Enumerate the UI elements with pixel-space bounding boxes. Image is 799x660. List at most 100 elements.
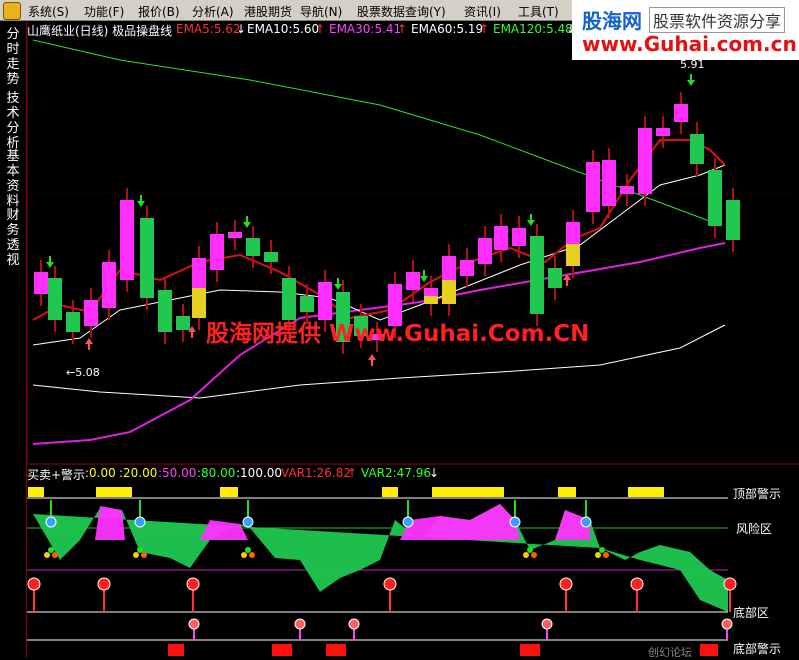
candle-body-31 [586, 162, 600, 212]
top-alert-bar-4 [432, 487, 504, 497]
buy-ball-0 [27, 577, 41, 591]
bottom-alert-bar-1 [272, 644, 292, 656]
var1-readout: VAR1:26.82 [281, 466, 352, 480]
cluster-b-0 [52, 552, 58, 558]
risk-ball-0 [45, 516, 57, 528]
top-alert-bar-5 [558, 487, 576, 497]
bottom-ball-4 [721, 618, 733, 630]
signal-arrow-head-5 [527, 220, 535, 226]
candle-body-4 [102, 262, 116, 308]
low-price-label: ←5.08 [66, 366, 100, 379]
signal-arrow-head-2 [243, 222, 251, 228]
level-100: :100.00 [236, 466, 283, 480]
candle-body-25 [478, 238, 492, 264]
cluster-a-3 [523, 552, 529, 558]
bottom-ball-1 [294, 618, 306, 630]
bottom-alert-bar-4 [700, 644, 718, 656]
zone-top-alert: 顶部警示 [733, 487, 782, 501]
cluster-c-4 [599, 547, 605, 553]
ema5-line [32, 139, 726, 321]
buy-ball-1 [97, 577, 111, 591]
ema60-readout: EMA60:5.19 [411, 22, 484, 36]
ema30-arrow: ↑ [397, 22, 408, 36]
bottom-alert-bar-2 [326, 644, 346, 656]
ema30-readout: EMA30:5.41 [329, 22, 402, 36]
sub-chart-markers [27, 487, 737, 656]
sub-chart-title: 买卖+警示 [27, 468, 86, 482]
candle-body-11 [228, 232, 242, 238]
cluster-b-4 [603, 552, 609, 558]
candle-body-24 [460, 260, 474, 276]
var2-readout: VAR2:47.96 [361, 466, 432, 480]
ema10-readout: EMA10:5.60 [247, 22, 320, 36]
candle-body-22 [424, 296, 438, 304]
high-price-label: 5.91 [680, 58, 705, 71]
candle-body-37 [690, 134, 704, 164]
top-alert-bar-2 [220, 487, 238, 497]
buy-ball-4 [559, 577, 573, 591]
buy-ball-3 [383, 577, 397, 591]
candle-body-35 [656, 128, 670, 136]
candle-body-3 [84, 300, 98, 326]
level-50: :50.00 [158, 466, 197, 480]
zone-bottom: 底部区 [733, 606, 770, 620]
bottom-ball-3 [541, 618, 553, 630]
bottom-ball-2 [348, 618, 360, 630]
var2-arrow: ↓ [429, 466, 440, 480]
signal-arrow-head-3 [334, 284, 342, 290]
candle-body-36 [674, 104, 688, 122]
signal-arrow-head-7 [85, 338, 93, 344]
cluster-a-1 [133, 552, 139, 558]
ema10-arrow: ↑ [315, 22, 326, 36]
candle-body-1 [48, 278, 62, 320]
ema5-arrow: ↓ [236, 22, 247, 36]
bottom-alert-bar-0 [168, 644, 184, 656]
top-alert-bar-3 [382, 487, 398, 497]
zone-bottom-alert: 底部警示 [733, 642, 782, 656]
candle-body-top-22 [424, 288, 438, 296]
candle-body-38 [708, 170, 722, 226]
candle-body-8 [176, 316, 190, 330]
ema60-arrow: ↑ [479, 22, 490, 36]
cluster-c-1 [137, 547, 143, 553]
ema120-arrow: ↓ [566, 22, 577, 36]
top-alert-bar-6 [628, 487, 664, 497]
top-alert-bar-1 [96, 487, 132, 497]
candle-body-2 [66, 312, 80, 332]
candle-body-9 [192, 288, 206, 318]
bottom-ball-0 [188, 618, 200, 630]
candle-body-33 [620, 186, 634, 194]
candle-body-32 [602, 160, 616, 206]
candle-body-top-23 [442, 256, 456, 280]
sub-chart-grid [27, 497, 728, 641]
cluster-b-2 [249, 552, 255, 558]
risk-ball-3 [402, 516, 414, 528]
cluster-b-3 [531, 552, 537, 558]
candle-body-10 [210, 234, 224, 270]
cluster-c-0 [48, 547, 54, 553]
bottom-alert-bar-3 [520, 644, 540, 656]
cluster-a-2 [241, 552, 247, 558]
zone-risk: 风险区 [736, 522, 773, 536]
candle-body-27 [512, 228, 526, 246]
signal-arrow-head-0 [46, 262, 54, 268]
candle-body-top-9 [192, 258, 206, 288]
buy-ball-2 [186, 577, 200, 591]
buy-ball-6 [723, 577, 737, 591]
risk-ball-4 [509, 516, 521, 528]
candle-body-15 [300, 296, 314, 312]
level-0: :0.00 [85, 466, 116, 480]
candle-body-5 [120, 200, 134, 280]
level-80: :80.00 [197, 466, 236, 480]
buy-ball-5 [630, 577, 644, 591]
candle-body-39 [726, 200, 740, 240]
risk-ball-5 [580, 516, 592, 528]
signal-arrow-head-4 [420, 276, 428, 282]
level-20: :20.00 [119, 466, 158, 480]
candle-body-30 [566, 244, 580, 266]
cluster-c-3 [527, 547, 533, 553]
candle-body-top-30 [566, 222, 580, 244]
risk-ball-1 [134, 516, 146, 528]
candle-body-7 [158, 290, 172, 332]
watermark-text: 股海网提供 Www.Guhai.Com.CN [206, 321, 590, 347]
